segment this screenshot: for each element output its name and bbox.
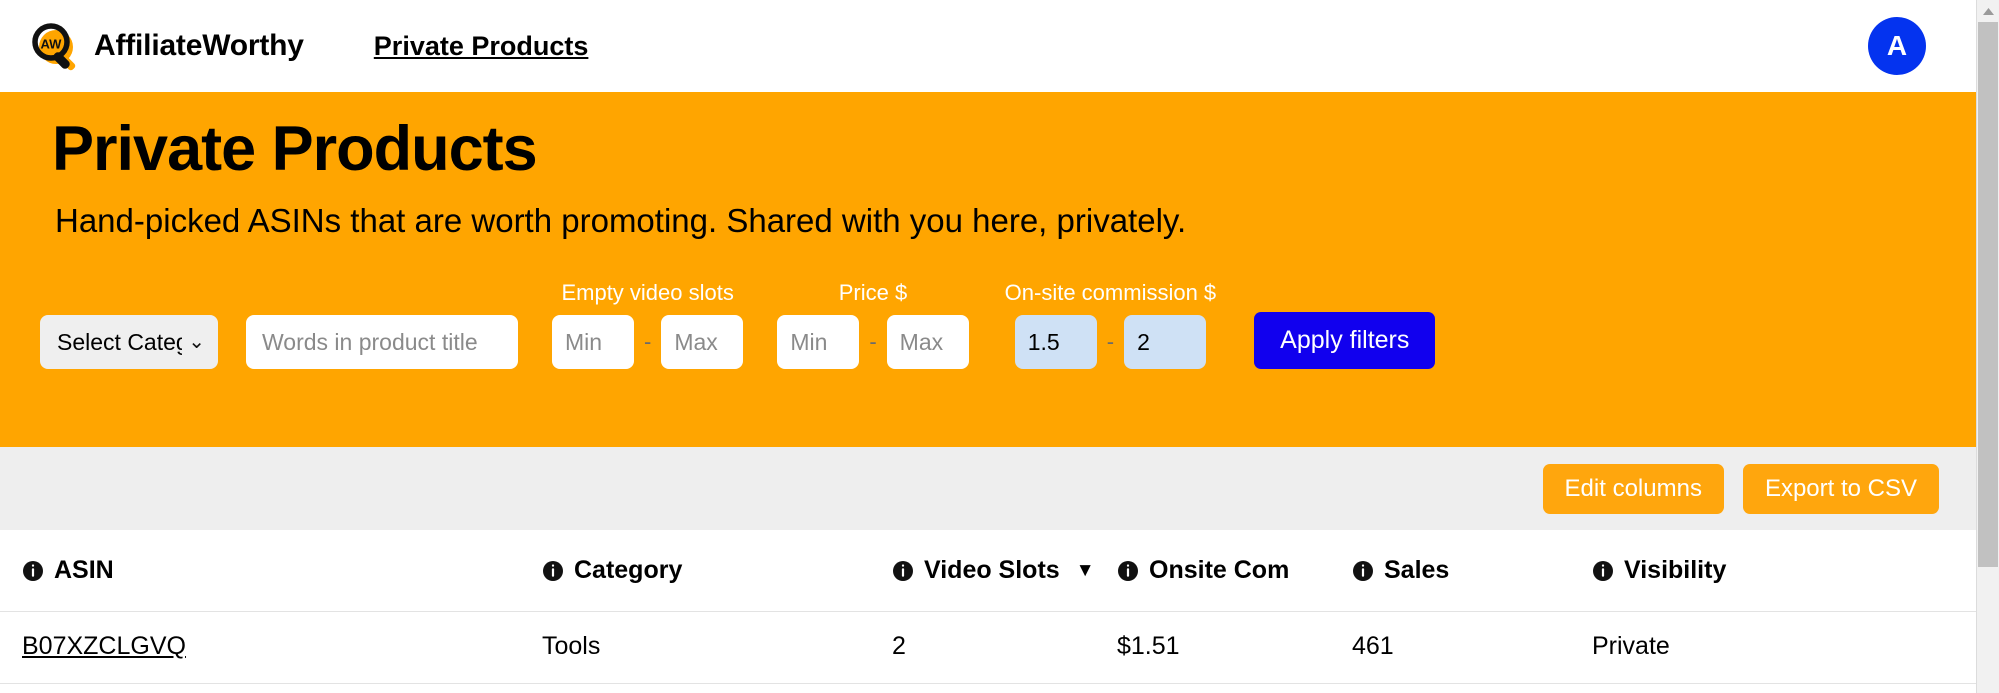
- column-header-onsite-com[interactable]: Onsite Com: [1117, 530, 1352, 612]
- column-header-label: Category: [574, 556, 683, 584]
- page-title: Private Products: [52, 114, 538, 184]
- cell-asin: B07XZCLGVQ: [0, 611, 542, 684]
- column-header-asin[interactable]: ASIN: [0, 530, 542, 612]
- column-header-sales[interactable]: Sales: [1352, 530, 1592, 612]
- column-header-label: Video Slots: [924, 556, 1060, 584]
- cell-visibility: Private: [1592, 611, 1976, 684]
- apply-filters-button[interactable]: Apply filters: [1254, 312, 1436, 370]
- info-icon[interactable]: [22, 560, 44, 582]
- price-label: Price $: [838, 280, 908, 306]
- browser-viewport: AW AffiliateWorthy Private Products A Pr…: [0, 0, 1999, 693]
- range-separator: -: [644, 329, 652, 355]
- nav-item-private-products[interactable]: Private Products: [374, 31, 589, 62]
- cell-video-slots: 2: [892, 611, 1117, 684]
- th-inner: Video Slots ▼: [892, 556, 1095, 585]
- asin-link[interactable]: B07XZCLGVQ: [22, 632, 186, 660]
- onsite-commission-range-row: -: [1014, 315, 1207, 370]
- cell-onsite-com: $1.51: [1117, 611, 1352, 684]
- th-inner: Onsite Com: [1117, 556, 1289, 585]
- onsite-commission-label: On-site commission $: [1004, 280, 1217, 306]
- video-slots-range-row: -: [552, 315, 744, 370]
- brand-name: AffiliateWorthy: [94, 29, 304, 62]
- products-table-card: ASIN Category Video Slots ▼ Onsite Com S…: [0, 530, 1976, 684]
- info-icon[interactable]: [542, 560, 564, 582]
- filter-group-video-slots: Empty video slots -: [552, 280, 744, 370]
- table-head: ASIN Category Video Slots ▼ Onsite Com S…: [0, 530, 1976, 612]
- info-icon[interactable]: [892, 560, 914, 582]
- table-row[interactable]: B07XZCLGVQ Tools 2 $1.51 461 Private: [0, 611, 1976, 684]
- info-icon[interactable]: [1117, 560, 1139, 582]
- brand-logo-group[interactable]: AW AffiliateWorthy: [28, 20, 304, 72]
- svg-text:AW: AW: [41, 37, 63, 52]
- column-header-label: Onsite Com: [1149, 556, 1290, 584]
- info-icon[interactable]: [1352, 560, 1374, 582]
- column-header-label: ASIN: [54, 556, 114, 584]
- column-header-label: Sales: [1384, 556, 1450, 584]
- onsite-commission-min-input[interactable]: [1014, 315, 1097, 370]
- cell-sales: 461: [1352, 611, 1592, 684]
- video-slots-max-input[interactable]: [661, 315, 744, 370]
- range-separator: -: [869, 329, 877, 355]
- column-header-label: Visibility: [1624, 556, 1727, 584]
- scrollbar-thumb[interactable]: [1978, 22, 1998, 567]
- th-inner: ASIN: [22, 556, 114, 585]
- video-slots-min-input[interactable]: [552, 315, 634, 370]
- page-content: AW AffiliateWorthy Private Products A Pr…: [0, 0, 1976, 693]
- table-body: B07XZCLGVQ Tools 2 $1.51 461 Private: [0, 611, 1976, 684]
- column-header-visibility[interactable]: Visibility: [1592, 530, 1976, 612]
- price-max-input[interactable]: [886, 315, 969, 370]
- filter-bar: Select Category ⌄ Empty video slots -: [0, 280, 1976, 370]
- magnifier-aw-logo-icon: AW: [28, 20, 80, 72]
- filter-group-keywords: [246, 315, 518, 370]
- avatar[interactable]: A: [1868, 17, 1926, 75]
- cell-category: Tools: [542, 611, 892, 684]
- table-header-row: ASIN Category Video Slots ▼ Onsite Com S…: [0, 530, 1976, 612]
- th-inner: Sales: [1352, 556, 1449, 585]
- filter-group-category: Select Category ⌄: [40, 315, 218, 370]
- page-subtitle: Hand-picked ASINs that are worth promoti…: [55, 202, 1187, 240]
- sort-descending-icon[interactable]: ▼: [1076, 561, 1095, 580]
- edit-columns-button[interactable]: Edit columns: [1542, 463, 1724, 514]
- th-inner: Visibility: [1592, 556, 1726, 585]
- filter-group-price: Price $ -: [777, 280, 969, 370]
- top-navbar: AW AffiliateWorthy Private Products A: [0, 0, 1976, 92]
- export-csv-button[interactable]: Export to CSV: [1742, 463, 1939, 514]
- category-select-wrap: Select Category ⌄: [40, 315, 218, 370]
- vertical-scrollbar[interactable]: [1976, 0, 1999, 693]
- column-header-category[interactable]: Category: [542, 530, 892, 612]
- video-slots-label: Empty video slots: [561, 280, 734, 306]
- price-min-input[interactable]: [777, 315, 860, 370]
- table-toolbar: Edit columns Export to CSV: [0, 447, 1976, 530]
- products-table: ASIN Category Video Slots ▼ Onsite Com S…: [0, 530, 1976, 684]
- hero-banner: Private Products Hand-picked ASINs that …: [0, 92, 1976, 447]
- filter-group-onsite-commission: On-site commission $ -: [1004, 280, 1217, 370]
- info-icon[interactable]: [1592, 560, 1614, 582]
- scrollbar-track[interactable]: [1977, 22, 1999, 693]
- column-header-video-slots[interactable]: Video Slots ▼: [892, 530, 1117, 612]
- th-inner: Category: [542, 556, 682, 585]
- price-range-row: -: [777, 315, 969, 370]
- onsite-commission-max-input[interactable]: [1124, 315, 1207, 370]
- scroll-up-arrow-icon[interactable]: [1977, 0, 1999, 22]
- category-select[interactable]: Select Category: [40, 315, 218, 370]
- product-title-search-input[interactable]: [246, 315, 518, 370]
- hero-inner: Private Products Hand-picked ASINs that …: [0, 116, 1976, 240]
- range-separator: -: [1106, 329, 1115, 355]
